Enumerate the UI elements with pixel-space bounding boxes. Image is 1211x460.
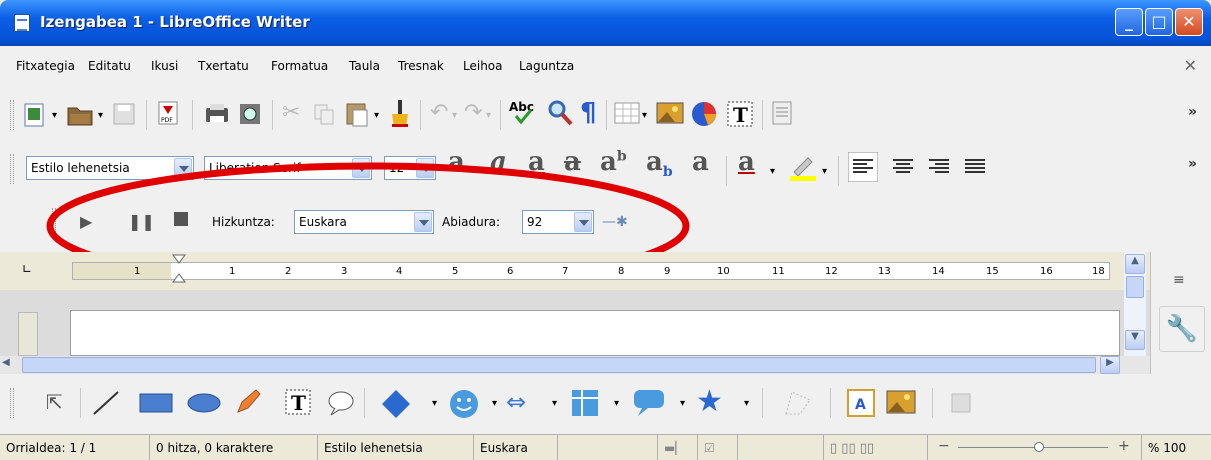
zoom-out-icon[interactable]: − bbox=[938, 438, 950, 454]
indent-marker-icon[interactable] bbox=[172, 254, 186, 284]
scroll-right-icon[interactable]: ▶ bbox=[1100, 356, 1120, 374]
freeform-pencil-icon[interactable] bbox=[234, 388, 262, 416]
ruler-tick-label: 9 bbox=[664, 266, 671, 277]
sidebar-panel: ≡ 🔧 bbox=[1150, 252, 1211, 374]
horizontal-scrollbar[interactable]: ◀ ▶ bbox=[0, 356, 1150, 374]
separator bbox=[80, 388, 81, 418]
selection-mode-icon[interactable]: ▬▏ bbox=[658, 435, 698, 460]
ruler-tick-label: 2 bbox=[285, 266, 292, 277]
ruler-tick-label: 16 bbox=[1040, 266, 1053, 277]
toolbar-grip[interactable] bbox=[10, 388, 14, 418]
page-count[interactable]: Orrialdea: 1 / 1 bbox=[0, 435, 150, 460]
rectangle-icon[interactable] bbox=[138, 392, 174, 414]
fontwork-icon[interactable]: A bbox=[846, 388, 876, 418]
stars-dropdown-icon[interactable]: ▾ bbox=[744, 398, 749, 409]
document-area bbox=[0, 290, 1211, 356]
sidebar-menu-icon[interactable]: ≡ bbox=[1173, 272, 1185, 288]
ruler-tick-label: 11 bbox=[772, 266, 785, 277]
ruler-tick-label: 18 bbox=[1092, 266, 1105, 277]
signature-status bbox=[738, 435, 824, 460]
ruler-tick-label: 7 bbox=[562, 266, 569, 277]
text-box-icon[interactable]: T bbox=[284, 388, 312, 416]
svg-text:T: T bbox=[291, 391, 306, 415]
ruler-tick-label: 4 bbox=[396, 266, 403, 277]
page-style[interactable]: Estilo lehenetsia bbox=[318, 435, 474, 460]
scroll-down-icon[interactable]: ▼ bbox=[1125, 330, 1145, 350]
separator bbox=[364, 388, 365, 418]
ruler-tick-label: 15 bbox=[986, 266, 999, 277]
tab-stop-icon[interactable]: ∟ bbox=[22, 262, 32, 276]
ruler-tick-label: 13 bbox=[878, 266, 891, 277]
vertical-ruler bbox=[18, 312, 38, 356]
text-language[interactable]: Euskara bbox=[474, 435, 558, 460]
separator bbox=[830, 388, 831, 418]
drawing-toolbar: ⇱ T ▾ ▾ ⇔ ▾ ▾ ▾ ★ ▾ A bbox=[0, 374, 1211, 434]
flowchart-icon[interactable] bbox=[570, 388, 600, 418]
ruler-tick-label: 14 bbox=[932, 266, 945, 277]
ruler-tick-label: 5 bbox=[452, 266, 459, 277]
zoom-in-icon[interactable]: + bbox=[1118, 438, 1130, 454]
symbol-shapes-icon[interactable] bbox=[448, 388, 480, 420]
insert-image-icon[interactable] bbox=[886, 390, 916, 414]
wrench-icon[interactable]: 🔧 bbox=[1159, 306, 1205, 352]
callouts-icon[interactable] bbox=[632, 388, 666, 418]
scroll-thumb[interactable] bbox=[1126, 276, 1144, 298]
zoom-slider[interactable]: − + bbox=[928, 435, 1142, 460]
callout-icon[interactable] bbox=[326, 388, 356, 418]
scroll-left-icon[interactable]: ◀ bbox=[2, 357, 16, 373]
zoom-track bbox=[958, 447, 1108, 448]
zoom-level[interactable]: % 100 bbox=[1142, 435, 1211, 460]
callouts-dropdown-icon[interactable]: ▾ bbox=[680, 398, 685, 409]
ruler-tick-label: 1 bbox=[229, 266, 236, 277]
separator bbox=[762, 388, 763, 418]
ruler-tick-label: 10 bbox=[717, 266, 730, 277]
block-arrows-icon[interactable]: ⇔ bbox=[506, 388, 526, 416]
insert-mode[interactable] bbox=[558, 435, 658, 460]
scroll-up-icon[interactable]: ▲ bbox=[1125, 254, 1145, 274]
page-canvas[interactable] bbox=[70, 310, 1120, 356]
word-count[interactable]: 0 hitza, 0 karaktere bbox=[150, 435, 318, 460]
view-layout-icon[interactable]: ▯ ▯▯ ▯▯ bbox=[824, 435, 928, 460]
document-modified-icon[interactable]: ☑ bbox=[698, 435, 738, 460]
ruler-tick-label: 8 bbox=[618, 266, 625, 277]
ruler-tick-label: 6 bbox=[507, 266, 514, 277]
zoom-thumb[interactable] bbox=[1034, 442, 1044, 452]
block-arrows-dropdown-icon[interactable]: ▾ bbox=[552, 398, 557, 409]
select-arrow-icon[interactable]: ⇱ bbox=[46, 390, 63, 414]
basic-shapes-icon[interactable] bbox=[380, 388, 412, 420]
extrusion-toggle-icon[interactable] bbox=[946, 390, 974, 416]
svg-text:A: A bbox=[855, 397, 866, 413]
flowchart-dropdown-icon[interactable]: ▾ bbox=[614, 398, 619, 409]
stars-icon[interactable]: ★ bbox=[696, 384, 723, 419]
points-icon[interactable] bbox=[782, 388, 814, 418]
horizontal-ruler[interactable]: ∟ 1 1 2 3 4 5 6 7 8 9 10 11 12 13 14 15 … bbox=[0, 252, 1211, 290]
ruler-track bbox=[72, 262, 1110, 280]
ruler-tick-label: 1 bbox=[134, 266, 141, 277]
ruler-tick-label: 12 bbox=[825, 266, 838, 277]
status-bar: Orrialdea: 1 / 1 0 hitza, 0 karaktere Es… bbox=[0, 434, 1211, 460]
scroll-thumb[interactable] bbox=[22, 357, 1096, 373]
left-margin bbox=[73, 263, 171, 279]
ruler-tick-label: 3 bbox=[341, 266, 348, 277]
ellipse-icon[interactable] bbox=[186, 392, 222, 414]
symbol-shapes-dropdown-icon[interactable]: ▾ bbox=[492, 398, 497, 409]
separator bbox=[932, 388, 933, 418]
basic-shapes-dropdown-icon[interactable]: ▾ bbox=[432, 398, 437, 409]
line-icon[interactable] bbox=[92, 390, 120, 416]
